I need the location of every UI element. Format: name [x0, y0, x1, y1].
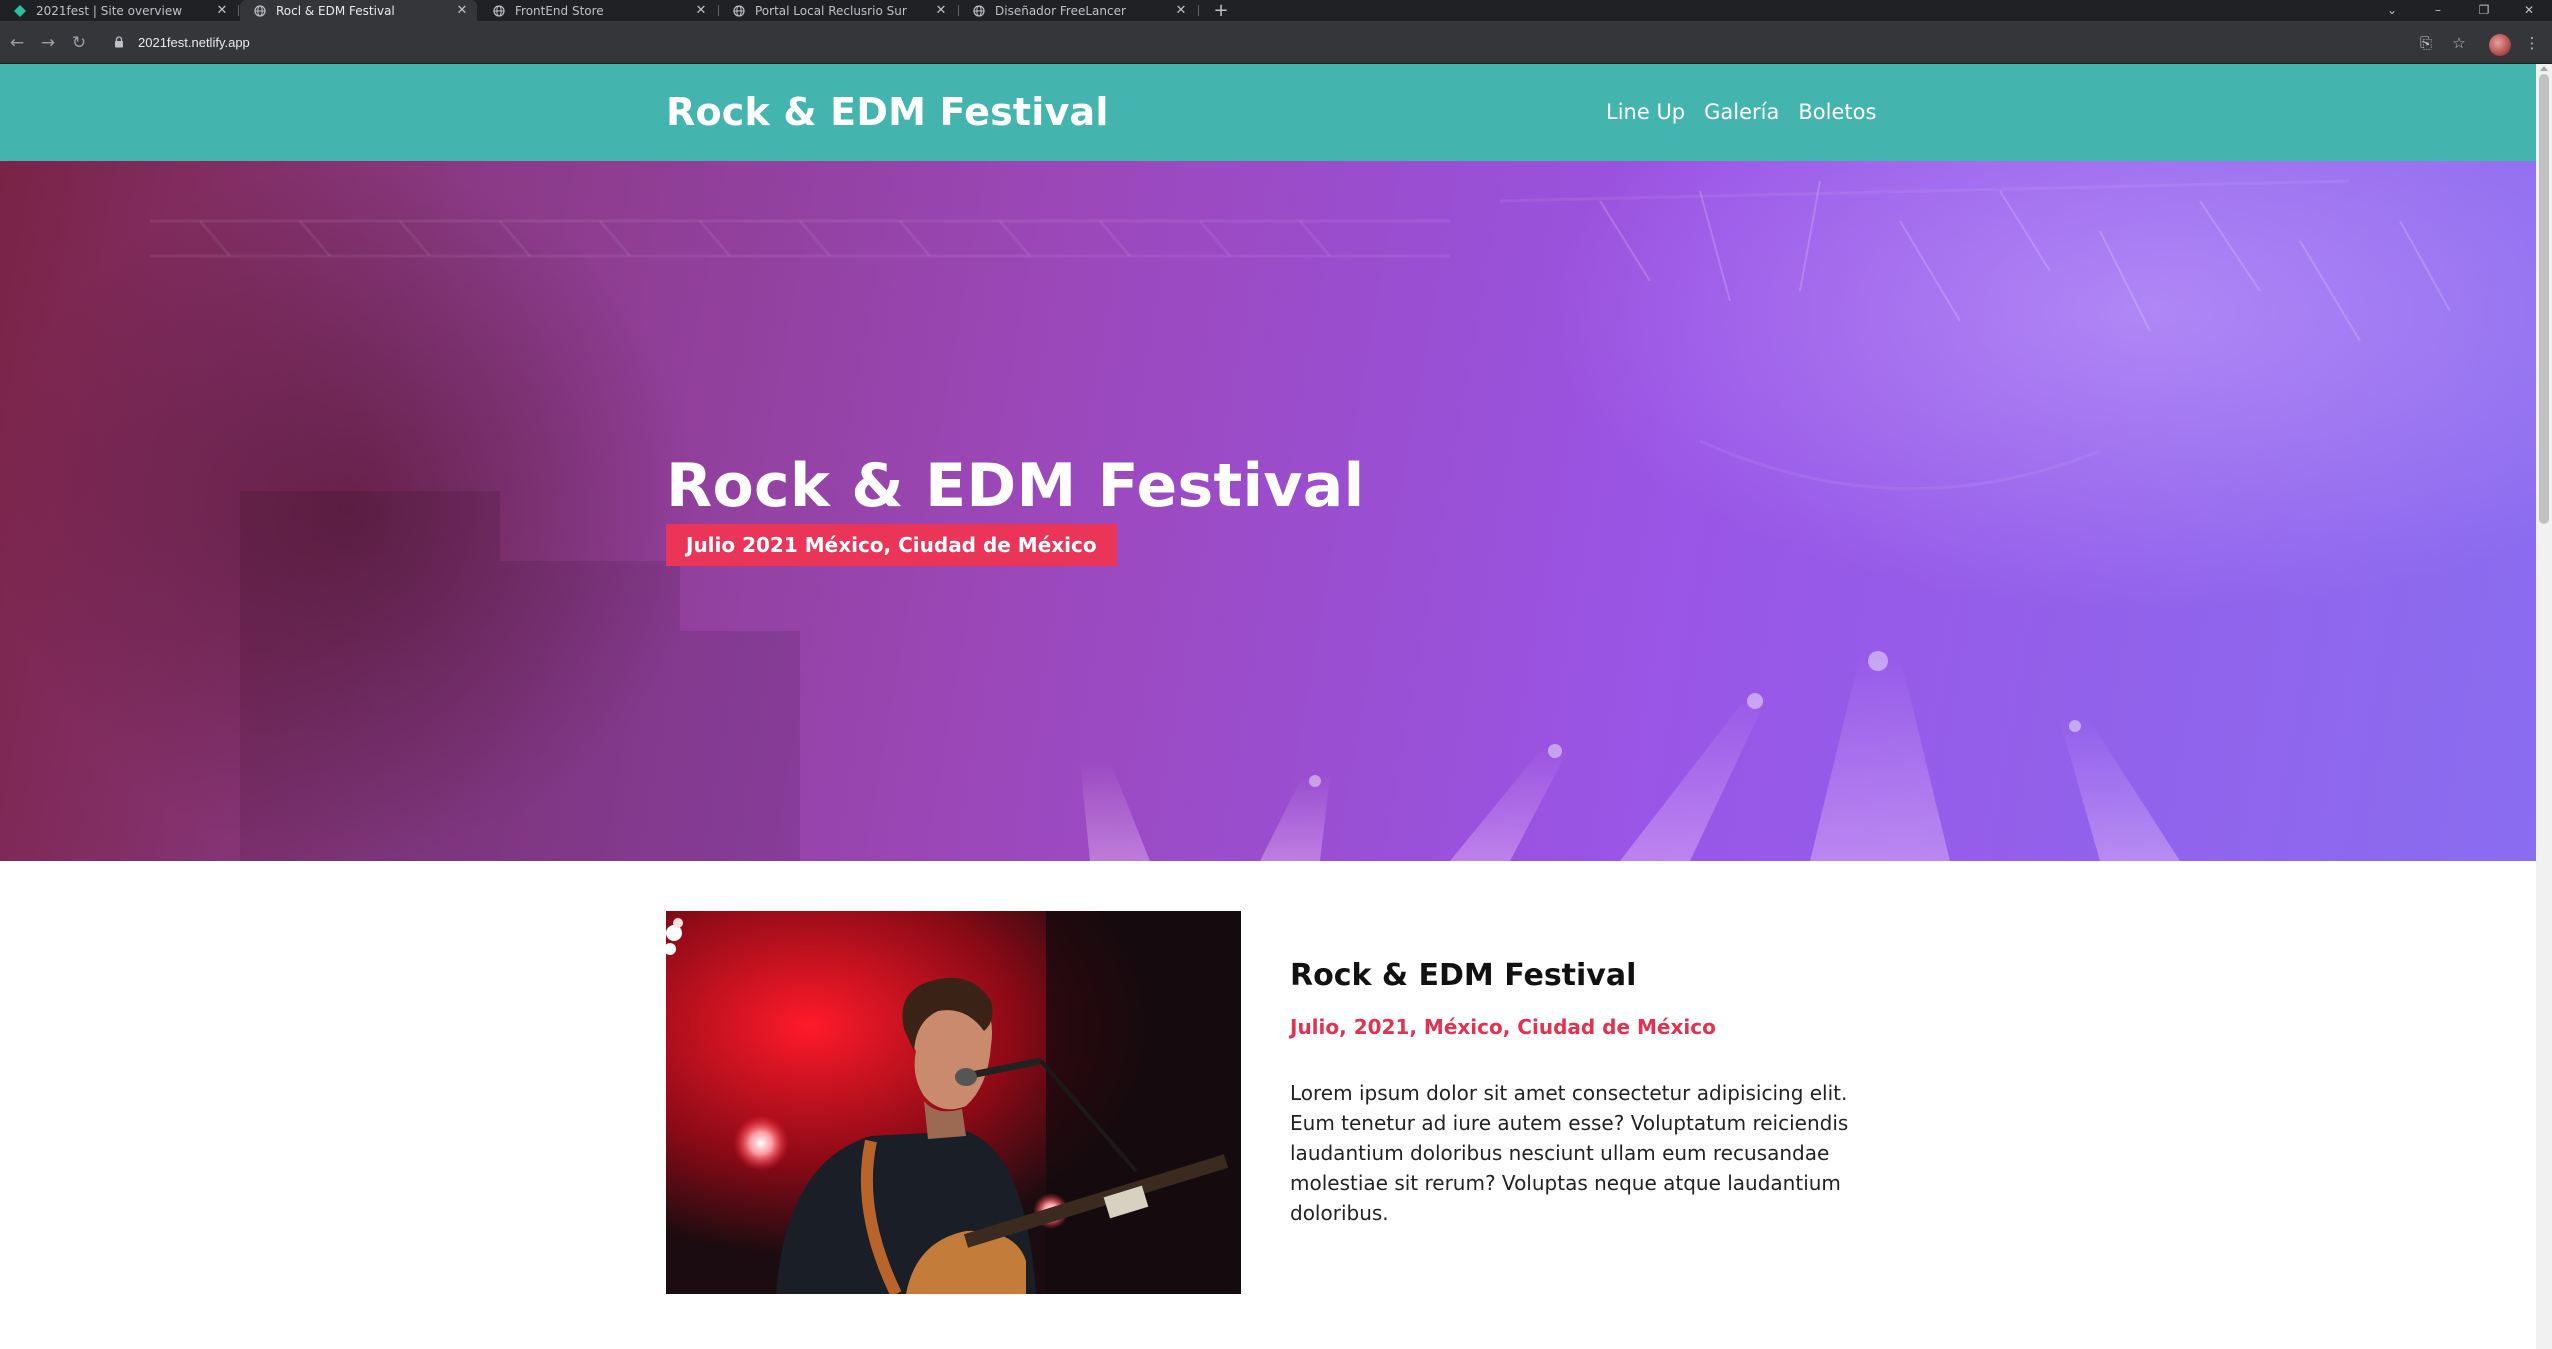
tab-title: Diseñador FreeLancer — [995, 3, 1126, 18]
globe-icon — [254, 4, 266, 17]
tab-search-icon[interactable]: ⌄ — [2369, 0, 2415, 21]
hero-date-badge: Julio 2021 México, Ciudad de México — [666, 524, 1117, 566]
site-logo[interactable]: Rock & EDM Festival — [666, 90, 1109, 134]
about-title: Rock & EDM Festival — [1290, 958, 1637, 993]
tab-title: FrontEnd Store — [515, 3, 604, 18]
translate-icon[interactable]: ⎘ — [2415, 32, 2437, 54]
new-tab-icon[interactable]: + — [1210, 0, 1232, 21]
close-icon[interactable]: ✕ — [1170, 3, 1192, 18]
scroll-up-arrow-icon[interactable] — [2540, 66, 2548, 71]
browser-tab[interactable]: FrontEnd Store ✕ — [479, 0, 716, 21]
forward-icon[interactable]: → — [37, 32, 59, 54]
close-icon[interactable]: ✕ — [930, 3, 952, 18]
restore-icon[interactable]: ❐ — [2461, 0, 2507, 21]
browser-toolbar: ← → ↻ 2021fest.netlify.app ⎘ ☆ ⋮ — [0, 21, 2552, 64]
close-icon[interactable]: ✕ — [211, 3, 233, 18]
browser-tab[interactable]: Diseñador FreeLancer ✕ — [959, 0, 1196, 21]
globe-icon — [973, 4, 985, 17]
scrollbar-thumb[interactable] — [2539, 74, 2549, 524]
lock-icon — [115, 36, 123, 48]
about-date: Julio, 2021, México, Ciudad de México — [1290, 1015, 1716, 1039]
netlify-icon — [14, 4, 26, 17]
address-bar[interactable]: 2021fest.netlify.app — [100, 26, 2400, 58]
browser-tab-active[interactable]: Rocl & EDM Festival ✕ — [240, 0, 477, 21]
hero-banner: Rock & EDM Festival Julio 2021 México, C… — [0, 161, 2536, 861]
minimize-icon[interactable]: – — [2415, 0, 2461, 21]
nav-link-line-up[interactable]: Line Up — [1606, 100, 1685, 124]
browser-tab[interactable]: Portal Local Reclusrio Sur ✕ — [719, 0, 956, 21]
nav-link-boletos[interactable]: Boletos — [1798, 100, 1876, 124]
page-scrollbar[interactable] — [2536, 64, 2552, 1349]
site-header: Rock & EDM Festival Line Up Galería Bole… — [0, 64, 2536, 161]
globe-icon — [493, 4, 505, 17]
tab-title: 2021fest | Site overview — [36, 3, 183, 18]
menu-icon[interactable]: ⋮ — [2521, 32, 2543, 54]
singer-guitarist-photo — [666, 911, 1241, 1294]
main-nav: Line Up Galería Boletos — [1606, 100, 1876, 124]
browser-tab-strip: 2021fest | Site overview ✕ Rocl & EDM Fe… — [0, 0, 2552, 21]
about-description: Lorem ipsum dolor sit amet consectetur a… — [1290, 1081, 1849, 1225]
globe-icon — [733, 4, 745, 17]
profile-avatar[interactable] — [2489, 34, 2511, 56]
hero-title: Rock & EDM Festival — [666, 451, 1365, 521]
tab-title: Rocl & EDM Festival — [276, 3, 395, 18]
bookmark-star-icon[interactable]: ☆ — [2448, 32, 2470, 54]
reload-icon[interactable]: ↻ — [68, 32, 90, 54]
browser-tab[interactable]: 2021fest | Site overview ✕ — [0, 0, 237, 21]
close-window-icon[interactable]: ✕ — [2506, 0, 2552, 21]
close-icon[interactable]: ✕ — [690, 3, 712, 18]
tab-title: Portal Local Reclusrio Sur — [755, 3, 907, 18]
nav-link-galeria[interactable]: Galería — [1704, 100, 1779, 124]
back-icon[interactable]: ← — [6, 32, 28, 54]
url-text: 2021fest.netlify.app — [138, 34, 250, 50]
close-icon[interactable]: ✕ — [451, 3, 473, 18]
